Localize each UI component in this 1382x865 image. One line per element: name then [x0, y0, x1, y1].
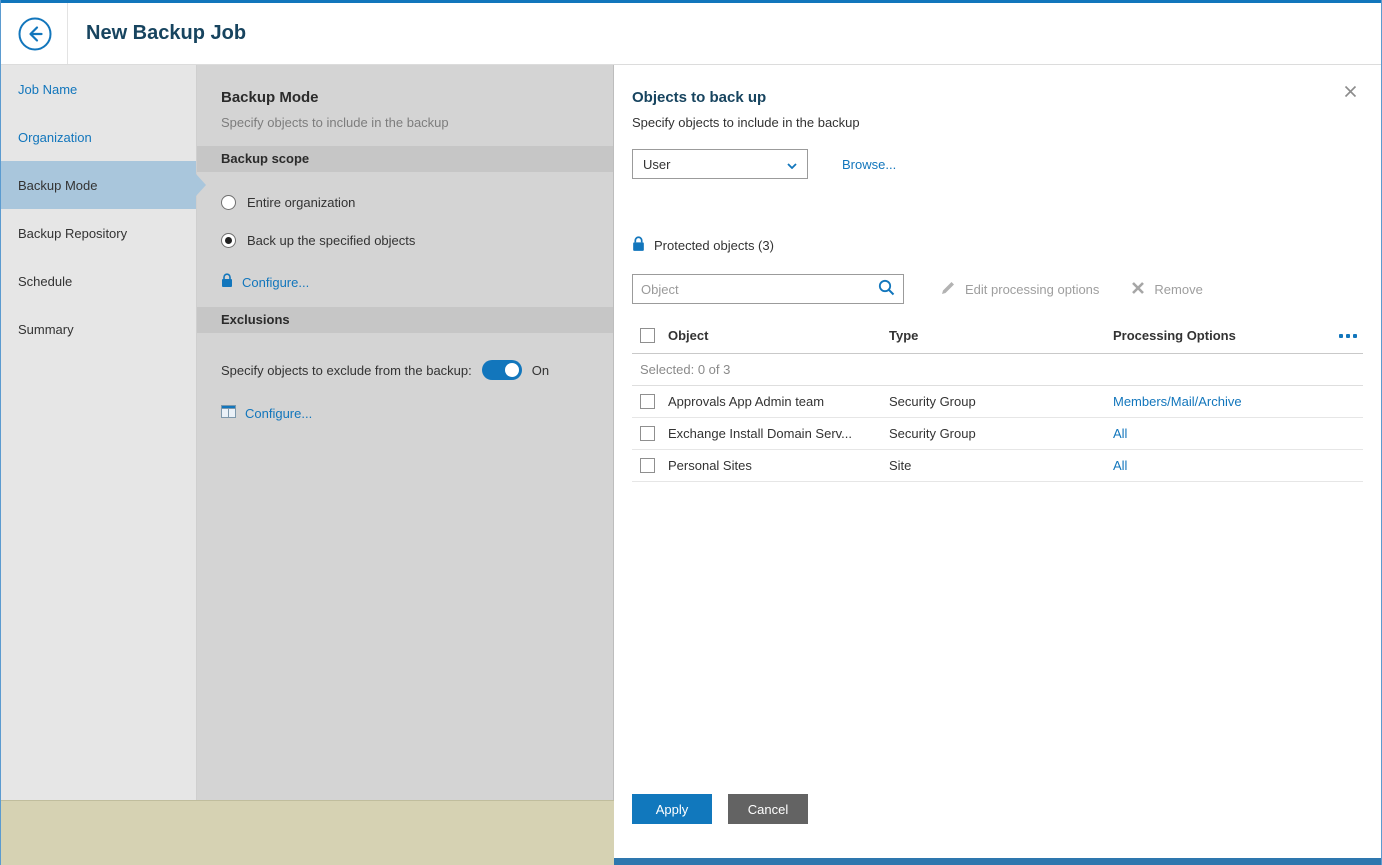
lock-icon: [221, 273, 233, 291]
apply-button[interactable]: Apply: [632, 794, 712, 824]
arrow-left-icon: [17, 17, 53, 55]
sidebar-item-organization[interactable]: Organization: [1, 113, 196, 161]
type-cell: Site: [889, 458, 912, 473]
radio-button-icon[interactable]: [221, 195, 236, 210]
header-divider: [67, 3, 68, 64]
toggle-state-label: On: [531, 362, 550, 378]
step-label: Backup Mode: [18, 177, 98, 193]
select-value: User: [643, 156, 671, 172]
wizard-footer-strip: [1, 800, 614, 865]
select-all-checkbox[interactable]: [640, 328, 655, 343]
column-header-processing-options: Processing Options: [1113, 328, 1236, 343]
processing-options-link[interactable]: All: [1113, 458, 1336, 473]
remove-label: Remove: [1154, 281, 1203, 297]
backup-mode-panel: Backup Mode Specify objects to include i…: [197, 65, 613, 865]
browse-link[interactable]: Browse...: [842, 157, 896, 172]
protected-objects-table: Object Type Processing Options Selected:…: [632, 318, 1363, 482]
radio-entire-organization[interactable]: Entire organization: [221, 195, 589, 210]
edit-processing-options-button[interactable]: Edit processing options: [940, 280, 1099, 299]
cancel-button[interactable]: Cancel: [728, 794, 808, 824]
flyout-subtitle: Specify objects to include in the backup: [632, 115, 860, 130]
sidebar-item-backup-mode[interactable]: Backup Mode: [1, 161, 206, 209]
protected-objects-header: Protected objects (3): [654, 238, 774, 253]
new-backup-job-window: New Backup Job Job Name Organization Bac…: [0, 0, 1382, 865]
search-input[interactable]: [633, 281, 878, 297]
table-header-row: Object Type Processing Options: [632, 318, 1363, 354]
chevron-down-icon: [787, 157, 797, 172]
table-row: Exchange Install Domain Serv... Security…: [632, 418, 1363, 450]
remove-x-icon: [1131, 281, 1145, 298]
window-header: New Backup Job: [1, 0, 1381, 65]
object-type-select[interactable]: User: [632, 149, 808, 179]
step-label: Job Name: [18, 81, 78, 97]
object-search-box: [632, 274, 904, 304]
radio-backup-specified-objects[interactable]: Back up the specified objects: [221, 233, 589, 248]
table-row: Approvals App Admin team Security Group …: [632, 386, 1363, 418]
sidebar-item-schedule[interactable]: Schedule: [1, 257, 196, 305]
scope-configure-link[interactable]: Configure...: [242, 275, 309, 290]
row-checkbox[interactable]: [640, 458, 655, 473]
panel-subtitle: Specify objects to include in the backup: [221, 115, 449, 130]
panel-title: Backup Mode: [221, 89, 319, 106]
row-checkbox[interactable]: [640, 394, 655, 409]
close-icon: [1344, 85, 1357, 101]
processing-options-link[interactable]: Members/Mail/Archive: [1113, 394, 1336, 409]
exclusions-toggle-label: Specify objects to exclude from the back…: [221, 362, 472, 378]
wizard-steps-sidebar: Job Name Organization Backup Mode Backup…: [1, 65, 206, 865]
row-checkbox[interactable]: [640, 426, 655, 441]
step-label: Organization: [18, 129, 92, 145]
radio-label: Entire organization: [247, 195, 356, 210]
close-button[interactable]: [1344, 85, 1357, 98]
exclusions-section-header: Exclusions: [197, 307, 613, 333]
back-button[interactable]: [17, 16, 53, 52]
processing-options-link[interactable]: All: [1113, 426, 1336, 441]
step-label: Summary: [18, 321, 74, 337]
table-row: Personal Sites Site All: [632, 450, 1363, 482]
selection-summary: Selected: 0 of 3: [632, 354, 1363, 386]
lock-icon: [632, 236, 645, 255]
sidebar-item-summary[interactable]: Summary: [1, 305, 196, 353]
pencil-icon: [940, 280, 956, 299]
object-cell: Approvals App Admin team: [668, 394, 825, 409]
column-chooser-icon[interactable]: [1339, 333, 1357, 338]
radio-button-icon[interactable]: [221, 233, 236, 248]
type-cell: Security Group: [889, 394, 976, 409]
exclusions-toggle[interactable]: [481, 360, 522, 380]
object-cell: Exchange Install Domain Serv...: [668, 426, 853, 441]
sidebar-item-backup-repository[interactable]: Backup Repository: [1, 209, 196, 257]
sidebar-item-job-name[interactable]: Job Name: [1, 65, 196, 113]
remove-button[interactable]: Remove: [1131, 281, 1203, 298]
step-label: Backup Repository: [18, 225, 128, 241]
object-cell: Personal Sites: [668, 458, 752, 473]
exclusions-configure-link[interactable]: Configure...: [245, 406, 312, 421]
page-title: New Backup Job: [86, 22, 247, 44]
column-header-type: Type: [889, 328, 919, 343]
radio-label: Back up the specified objects: [247, 233, 416, 248]
flyout-title: Objects to back up: [632, 89, 767, 106]
backup-scope-section-header: Backup scope: [197, 146, 613, 172]
edit-processing-options-label: Edit processing options: [965, 281, 1100, 297]
objects-to-back-up-flyout: Objects to back up Specify objects to in…: [613, 65, 1381, 865]
type-cell: Security Group: [889, 426, 976, 441]
exclusions-configure-icon: [221, 405, 236, 421]
search-icon[interactable]: [878, 279, 895, 299]
column-header-object: Object: [668, 328, 709, 343]
step-label: Schedule: [18, 273, 73, 289]
